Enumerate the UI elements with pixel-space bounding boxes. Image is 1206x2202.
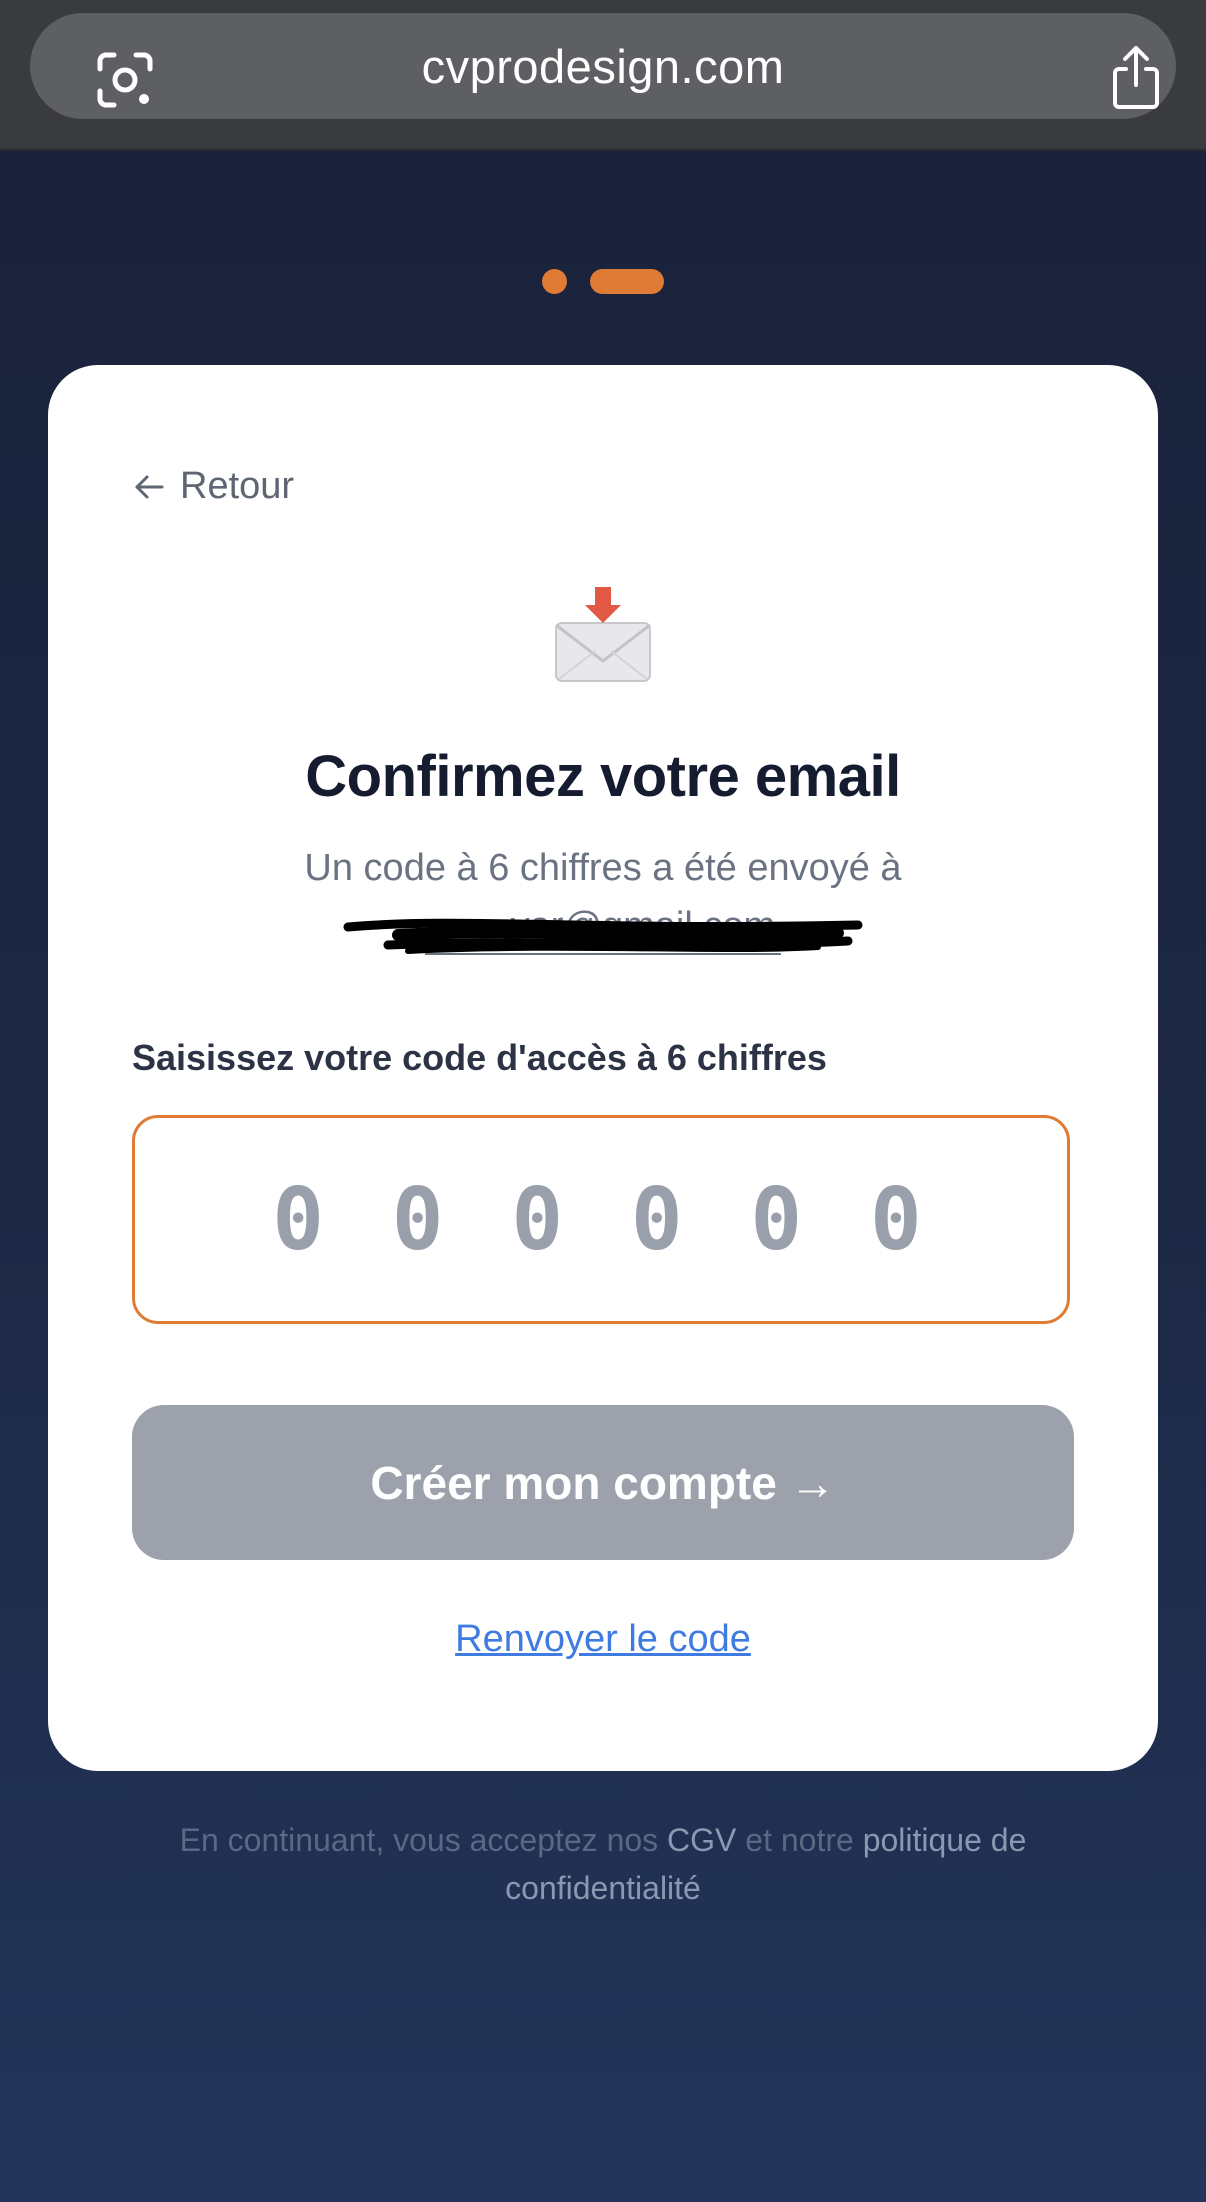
cgv-link[interactable]: CGV [667,1822,736,1858]
create-account-button[interactable]: Créer mon compte → [132,1405,1074,1560]
terms-middle: et notre [736,1822,863,1858]
back-label: Retour [180,465,295,507]
page-title: Confirmez votre email [305,744,901,809]
share-icon[interactable] [1109,45,1163,111]
progress-step-2-active [590,269,664,294]
subtitle: Un code à 6 chiffres a été envoyé à [304,847,902,889]
terms-notice: En continuant, vous acceptez nos CGV et … [110,1816,1096,1912]
code-placeholder: 0 0 0 0 0 0 [272,1169,930,1270]
verification-card: Retour Confirmez votre email Un code à 6… [48,365,1158,1771]
back-link[interactable]: Retour [132,465,294,508]
verification-code-input[interactable]: 0 0 0 0 0 0 [132,1115,1070,1324]
address-bar[interactable]: cvprodesign.com [30,13,1176,119]
incoming-envelope-icon [555,587,651,682]
resend-code-link[interactable]: Renvoyer le code [48,1618,1158,1661]
code-field-label: Saisissez votre code d'accès à 6 chiffre… [132,1037,827,1078]
terms-prefix: En continuant, vous acceptez nos [179,1822,668,1858]
browser-toolbar: cvprodesign.com [0,0,1206,151]
url-text[interactable]: cvprodesign.com [30,13,1176,119]
arrow-left-icon [135,475,164,498]
redaction-scribble [343,918,863,954]
progress-step-1 [542,269,567,294]
